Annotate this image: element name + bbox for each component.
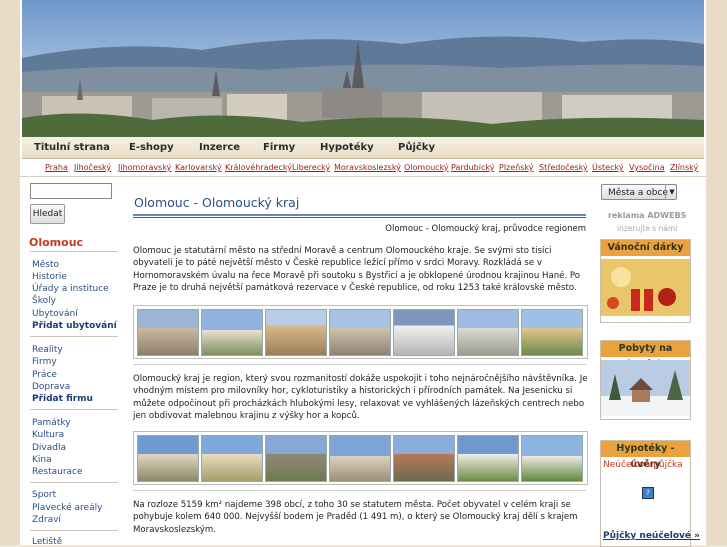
gallery-thumbnail[interactable]	[457, 435, 519, 482]
left-nav-divadla[interactable]: Divadla	[32, 443, 66, 453]
left-nav-historie[interactable]: Historie	[32, 272, 67, 282]
region-links: Praha Jihočeský Jihomoravský Karlovarský…	[20, 159, 706, 177]
nav-inzerce[interactable]: Inzerce	[199, 142, 240, 153]
gallery-thumbnail[interactable]	[457, 309, 519, 356]
left-nav-urady[interactable]: Úřady a instituce	[32, 284, 109, 294]
box-pobyty-na-horach: Pobyty na horách	[600, 340, 691, 420]
nav-titulni-strana[interactable]: Titulní strana	[34, 142, 110, 153]
link-pujcky-neucelove[interactable]: Půjčky neúčelové »	[603, 531, 700, 541]
nav-hypoteky[interactable]: Hypotéky	[320, 142, 374, 153]
ad-sublabel[interactable]: inzerujte s námi	[617, 224, 677, 233]
nav-pujcky[interactable]: Půjčky	[398, 142, 435, 153]
left-nav-pridat-ubytovani[interactable]: Přidat ubytování	[32, 321, 117, 331]
page-subtitle: Olomouc - Olomoucký kraj, průvodce regio…	[385, 224, 586, 234]
divider	[133, 490, 586, 491]
box-header[interactable]: Vánoční dárky	[601, 240, 690, 256]
gallery-thumbnail[interactable]	[393, 309, 455, 356]
region-link[interactable]: Plzeňský	[499, 163, 534, 172]
region-link[interactable]: Jihočeský	[74, 163, 111, 172]
left-nav-pridat-firmu[interactable]: Přidat firmu	[32, 394, 93, 404]
header-banner-image	[22, 0, 704, 137]
region-paragraph: Olomoucký kraj je region, který svou roz…	[133, 374, 588, 421]
region-link[interactable]: Královéhradecký	[225, 163, 292, 172]
left-nav-zdravi[interactable]: Zdraví	[32, 515, 61, 525]
box-vanocni-darky: Vánoční dárky	[600, 239, 691, 323]
region-link[interactable]: Moravskoslezský	[334, 163, 401, 172]
region-link[interactable]: Ústecký	[592, 163, 624, 172]
gallery-thumbnail[interactable]	[329, 309, 391, 356]
left-nav-restaurace[interactable]: Restaurace	[32, 467, 83, 477]
left-nav-ubytovani[interactable]: Ubytování	[32, 309, 78, 319]
gallery-thumbnail[interactable]	[265, 309, 327, 356]
nav-firmy[interactable]: Firmy	[263, 142, 295, 153]
region-link[interactable]: Zlínský	[670, 163, 698, 172]
gallery-thumbnail[interactable]	[201, 435, 263, 482]
help-icon[interactable]: ?	[642, 487, 654, 499]
left-nav-reality[interactable]: Reality	[32, 345, 63, 355]
ad-label: reklama ADWEBS	[608, 211, 687, 220]
region-link[interactable]: Jihomoravský	[118, 163, 171, 172]
title-underline	[133, 214, 586, 216]
page-title: Olomouc - Olomoucký kraj	[134, 195, 300, 210]
search-button[interactable]: Hledat	[30, 204, 65, 224]
region-link[interactable]: Pardubický	[451, 163, 494, 172]
main-navigation: Titulní strana E-shopy Inzerce Firmy Hyp…	[22, 137, 704, 159]
box-header[interactable]: Hypotéky - úvěry	[601, 441, 690, 470]
left-nav-plavecke-arealy[interactable]: Plavecké areály	[32, 503, 102, 513]
divider	[30, 336, 118, 337]
photo-gallery-olomouc	[133, 305, 588, 359]
left-nav-mesto[interactable]: Město	[32, 260, 59, 270]
box-header[interactable]: Pobyty na horách	[601, 341, 690, 370]
intro-paragraph: Olomouc je statutární město na střední M…	[133, 246, 581, 293]
winter-cottage-image[interactable]	[601, 360, 690, 417]
region-link[interactable]: Praha	[45, 163, 68, 172]
gallery-thumbnail[interactable]	[393, 435, 455, 482]
nav-e-shopy[interactable]: E-shopy	[129, 142, 174, 153]
left-nav-prace[interactable]: Práce	[32, 370, 57, 380]
divider	[30, 482, 118, 483]
region-link[interactable]: Olomoucký	[404, 163, 449, 172]
left-nav-firmy[interactable]: Firmy	[32, 357, 57, 367]
gallery-thumbnail[interactable]	[329, 435, 391, 482]
gallery-thumbnail[interactable]	[521, 309, 583, 356]
region-link[interactable]: Karlovarský	[175, 163, 222, 172]
facts-paragraph: Na rozloze 5159 km² najdeme 398 obcí, z …	[133, 500, 578, 535]
right-page-border	[706, 0, 727, 545]
gallery-thumbnail[interactable]	[201, 309, 263, 356]
search-input[interactable]	[30, 183, 112, 199]
title-underline-red	[133, 217, 586, 218]
left-nav-kultura[interactable]: Kultura	[32, 430, 64, 440]
region-link[interactable]: Středočeský	[539, 163, 588, 172]
chevron-down-icon[interactable]: ▼	[665, 184, 678, 200]
left-page-border	[0, 0, 20, 545]
gallery-thumbnail[interactable]	[521, 435, 583, 482]
city-heading: Olomouc	[29, 236, 84, 249]
gallery-thumbnail[interactable]	[265, 435, 327, 482]
gallery-thumbnail[interactable]	[137, 309, 199, 356]
region-link[interactable]: Vysočina	[629, 163, 665, 172]
christmas-gift-image[interactable]	[601, 259, 690, 319]
left-nav-pamatky[interactable]: Památky	[32, 418, 71, 428]
link-neucelova-pujcka[interactable]: Neúčelová půjčka	[603, 460, 683, 470]
region-link[interactable]: Liberecký	[292, 163, 330, 172]
divider	[133, 364, 586, 365]
divider	[30, 409, 118, 410]
page: Titulní strana E-shopy Inzerce Firmy Hyp…	[20, 0, 706, 547]
photo-gallery-region	[133, 431, 588, 485]
left-nav-doprava[interactable]: Doprava	[32, 382, 70, 392]
divider	[30, 251, 118, 252]
left-nav-sport[interactable]: Sport	[32, 490, 56, 500]
divider	[30, 530, 118, 531]
gallery-thumbnail[interactable]	[137, 435, 199, 482]
left-nav-skoly[interactable]: Školy	[32, 296, 56, 306]
left-nav-letiste[interactable]: Letiště	[32, 537, 62, 547]
left-nav-kina[interactable]: Kina	[32, 455, 52, 465]
